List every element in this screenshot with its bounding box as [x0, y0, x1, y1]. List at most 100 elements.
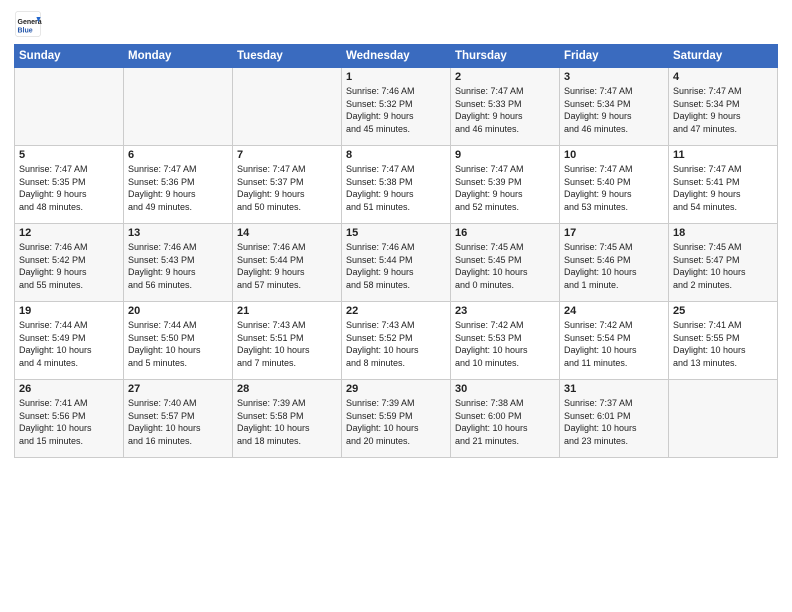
cell-info: Sunrise: 7:38 AM Sunset: 6:00 PM Dayligh…	[455, 397, 555, 447]
cell-info: Sunrise: 7:47 AM Sunset: 5:34 PM Dayligh…	[673, 85, 773, 135]
day-number: 26	[19, 383, 119, 395]
calendar-cell: 12Sunrise: 7:46 AM Sunset: 5:42 PM Dayli…	[15, 224, 124, 302]
svg-text:Blue: Blue	[18, 27, 33, 34]
weekday-header-thursday: Thursday	[451, 45, 560, 68]
day-number: 8	[346, 149, 446, 161]
weekday-header-friday: Friday	[560, 45, 669, 68]
calendar-cell: 1Sunrise: 7:46 AM Sunset: 5:32 PM Daylig…	[342, 68, 451, 146]
cell-info: Sunrise: 7:37 AM Sunset: 6:01 PM Dayligh…	[564, 397, 664, 447]
day-number: 31	[564, 383, 664, 395]
cell-info: Sunrise: 7:46 AM Sunset: 5:43 PM Dayligh…	[128, 241, 228, 291]
calendar-cell	[15, 68, 124, 146]
cell-info: Sunrise: 7:45 AM Sunset: 5:47 PM Dayligh…	[673, 241, 773, 291]
day-number: 22	[346, 305, 446, 317]
cell-info: Sunrise: 7:42 AM Sunset: 5:54 PM Dayligh…	[564, 319, 664, 369]
calendar-cell: 4 Sunrise: 7:47 AM Sunset: 5:34 PM Daylig…	[669, 68, 778, 146]
calendar-cell: 2 Sunrise: 7:47 AM Sunset: 5:33 PM Daylig…	[451, 68, 560, 146]
calendar-cell: 3 Sunrise: 7:47 AM Sunset: 5:34 PM Daylig…	[560, 68, 669, 146]
calendar-week-5: 26Sunrise: 7:41 AM Sunset: 5:56 PM Dayli…	[15, 380, 778, 458]
logo: General Blue	[14, 10, 47, 38]
cell-info: Sunrise: 7:40 AM Sunset: 5:57 PM Dayligh…	[128, 397, 228, 447]
cell-info: Sunrise: 7:47 AM Sunset: 5:41 PM Dayligh…	[673, 163, 773, 213]
cell-info: Sunrise: 7:47 AM Sunset: 5:33 PM Dayligh…	[455, 85, 555, 135]
day-number: 9	[455, 149, 555, 161]
cell-info: Sunrise: 7:47 AM Sunset: 5:39 PM Dayligh…	[455, 163, 555, 213]
day-number: 29	[346, 383, 446, 395]
calendar-cell: 29 Sunrise: 7:39 AM Sunset: 5:59 PM Dayli…	[342, 380, 451, 458]
day-number: 27	[128, 383, 228, 395]
day-number: 30	[455, 383, 555, 395]
day-number: 19	[19, 305, 119, 317]
weekday-header-monday: Monday	[124, 45, 233, 68]
day-number: 18	[673, 227, 773, 239]
day-number: 14	[237, 227, 337, 239]
calendar-cell	[124, 68, 233, 146]
cell-info: Sunrise: 7:39 AM Sunset: 5:58 PM Dayligh…	[237, 397, 337, 447]
calendar-cell: 10 Sunrise: 7:47 AM Sunset: 5:40 PM Dayli…	[560, 146, 669, 224]
calendar-cell: 6 Sunrise: 7:47 AM Sunset: 5:36 PM Daylig…	[124, 146, 233, 224]
cell-info: Sunrise: 7:47 AM Sunset: 5:34 PM Dayligh…	[564, 85, 664, 135]
day-number: 23	[455, 305, 555, 317]
day-number: 2	[455, 71, 555, 83]
cell-info: Sunrise: 7:47 AM Sunset: 5:36 PM Dayligh…	[128, 163, 228, 213]
cell-info: Sunrise: 7:46 AM Sunset: 5:44 PM Dayligh…	[237, 241, 337, 291]
day-number: 1	[346, 71, 446, 83]
cell-info: Sunrise: 7:47 AM Sunset: 5:38 PM Dayligh…	[346, 163, 446, 213]
day-number: 3	[564, 71, 664, 83]
calendar-cell: 14 Sunrise: 7:46 AM Sunset: 5:44 PM Dayli…	[233, 224, 342, 302]
cell-info: Sunrise: 7:45 AM Sunset: 5:45 PM Dayligh…	[455, 241, 555, 291]
calendar-body: 1Sunrise: 7:46 AM Sunset: 5:32 PM Daylig…	[15, 68, 778, 458]
cell-info: Sunrise: 7:41 AM Sunset: 5:55 PM Dayligh…	[673, 319, 773, 369]
day-number: 11	[673, 149, 773, 161]
calendar-header: SundayMondayTuesdayWednesdayThursdayFrid…	[15, 45, 778, 68]
day-number: 16	[455, 227, 555, 239]
calendar-cell: 17 Sunrise: 7:45 AM Sunset: 5:46 PM Dayli…	[560, 224, 669, 302]
day-number: 12	[19, 227, 119, 239]
day-number: 13	[128, 227, 228, 239]
calendar-cell: 7 Sunrise: 7:47 AM Sunset: 5:37 PM Daylig…	[233, 146, 342, 224]
day-number: 25	[673, 305, 773, 317]
calendar-week-2: 5Sunrise: 7:47 AM Sunset: 5:35 PM Daylig…	[15, 146, 778, 224]
day-number: 15	[346, 227, 446, 239]
calendar-cell: 26Sunrise: 7:41 AM Sunset: 5:56 PM Dayli…	[15, 380, 124, 458]
page-header: General Blue	[14, 10, 778, 38]
calendar-cell: 21Sunrise: 7:43 AM Sunset: 5:51 PM Dayli…	[233, 302, 342, 380]
cell-info: Sunrise: 7:44 AM Sunset: 5:50 PM Dayligh…	[128, 319, 228, 369]
weekday-header-sunday: Sunday	[15, 45, 124, 68]
cell-info: Sunrise: 7:47 AM Sunset: 5:40 PM Dayligh…	[564, 163, 664, 213]
cell-info: Sunrise: 7:46 AM Sunset: 5:44 PM Dayligh…	[346, 241, 446, 291]
day-number: 10	[564, 149, 664, 161]
calendar-cell: 25 Sunrise: 7:41 AM Sunset: 5:55 PM Dayli…	[669, 302, 778, 380]
day-number: 21	[237, 305, 337, 317]
calendar-cell: 16 Sunrise: 7:45 AM Sunset: 5:45 PM Dayli…	[451, 224, 560, 302]
cell-info: Sunrise: 7:39 AM Sunset: 5:59 PM Dayligh…	[346, 397, 446, 447]
calendar-cell: 20 Sunrise: 7:44 AM Sunset: 5:50 PM Dayli…	[124, 302, 233, 380]
calendar-cell: 18 Sunrise: 7:45 AM Sunset: 5:47 PM Dayli…	[669, 224, 778, 302]
calendar-cell: 23 Sunrise: 7:42 AM Sunset: 5:53 PM Dayli…	[451, 302, 560, 380]
calendar-cell: 19Sunrise: 7:44 AM Sunset: 5:49 PM Dayli…	[15, 302, 124, 380]
calendar-cell	[233, 68, 342, 146]
cell-info: Sunrise: 7:42 AM Sunset: 5:53 PM Dayligh…	[455, 319, 555, 369]
day-number: 6	[128, 149, 228, 161]
cell-info: Sunrise: 7:43 AM Sunset: 5:52 PM Dayligh…	[346, 319, 446, 369]
calendar-table: SundayMondayTuesdayWednesdayThursdayFrid…	[14, 44, 778, 458]
day-number: 7	[237, 149, 337, 161]
cell-info: Sunrise: 7:47 AM Sunset: 5:35 PM Dayligh…	[19, 163, 119, 213]
calendar-cell: 24 Sunrise: 7:42 AM Sunset: 5:54 PM Dayli…	[560, 302, 669, 380]
calendar-cell: 5Sunrise: 7:47 AM Sunset: 5:35 PM Daylig…	[15, 146, 124, 224]
calendar-cell: 22 Sunrise: 7:43 AM Sunset: 5:52 PM Dayli…	[342, 302, 451, 380]
day-number: 20	[128, 305, 228, 317]
day-number: 24	[564, 305, 664, 317]
calendar-cell: 28 Sunrise: 7:39 AM Sunset: 5:58 PM Dayli…	[233, 380, 342, 458]
day-number: 4	[673, 71, 773, 83]
calendar-week-4: 19Sunrise: 7:44 AM Sunset: 5:49 PM Dayli…	[15, 302, 778, 380]
calendar-cell: 9 Sunrise: 7:47 AM Sunset: 5:39 PM Daylig…	[451, 146, 560, 224]
cell-info: Sunrise: 7:47 AM Sunset: 5:37 PM Dayligh…	[237, 163, 337, 213]
calendar-week-1: 1Sunrise: 7:46 AM Sunset: 5:32 PM Daylig…	[15, 68, 778, 146]
cell-info: Sunrise: 7:45 AM Sunset: 5:46 PM Dayligh…	[564, 241, 664, 291]
calendar-cell: 27 Sunrise: 7:40 AM Sunset: 5:57 PM Dayli…	[124, 380, 233, 458]
day-number: 28	[237, 383, 337, 395]
day-number: 17	[564, 227, 664, 239]
logo-icon: General Blue	[14, 10, 42, 38]
calendar-cell: 13 Sunrise: 7:46 AM Sunset: 5:43 PM Dayli…	[124, 224, 233, 302]
